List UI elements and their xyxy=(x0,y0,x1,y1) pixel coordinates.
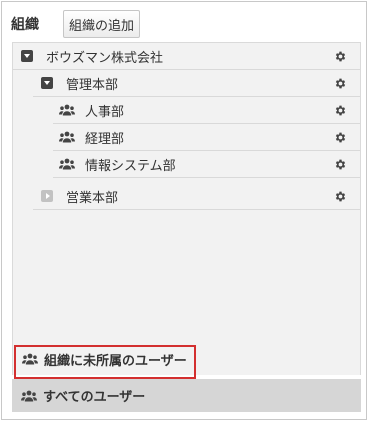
tree-item-admin-dept[interactable]: 管理本部 xyxy=(33,70,360,97)
tree-item-label: 人事部 xyxy=(85,104,125,120)
users-icon xyxy=(59,158,75,170)
collapse-toggle-icon[interactable] xyxy=(41,77,53,89)
users-icon xyxy=(59,104,75,116)
users-icon xyxy=(59,131,75,143)
tree-item-information-systems[interactable]: 情報システム部 xyxy=(53,151,360,178)
add-organization-button[interactable]: 組織の追加 xyxy=(63,10,141,38)
expand-toggle-icon[interactable] xyxy=(41,190,53,202)
gear-icon[interactable] xyxy=(334,131,347,144)
tree-item-label: 管理本部 xyxy=(66,77,119,93)
tree-item-accounting[interactable]: 経理部 xyxy=(53,124,360,151)
tree-item-hr[interactable]: 人事部 xyxy=(53,97,360,124)
unassigned-users-label: 組織に未所属のユーザー xyxy=(44,353,187,369)
tree-item-sales-dept[interactable]: 営業本部 xyxy=(33,183,360,210)
tree-item-root[interactable]: ボウズマン株式会社 xyxy=(13,43,360,70)
panel-header: 組織 組織の追加 xyxy=(11,10,141,38)
tree-item-label: 情報システム部 xyxy=(85,158,176,174)
page-title: 組織 xyxy=(11,17,39,33)
organization-panel: 組織 組織の追加 ボウズマン株式会社 管理本部 人事部 経理部 情報システム部 … xyxy=(1,1,367,420)
tree-item-label: ボウズマン株式会社 xyxy=(46,50,164,66)
collapse-toggle-icon[interactable] xyxy=(21,50,33,62)
organization-tree: ボウズマン株式会社 管理本部 人事部 経理部 情報システム部 営業本部 xyxy=(12,42,361,343)
tree-item-label: 経理部 xyxy=(85,131,125,147)
users-icon xyxy=(21,390,37,401)
gear-icon[interactable] xyxy=(334,50,347,63)
gear-icon[interactable] xyxy=(334,158,347,171)
gear-icon[interactable] xyxy=(334,104,347,117)
gear-icon[interactable] xyxy=(334,190,347,203)
unassigned-users-item[interactable]: 組織に未所属のユーザー xyxy=(12,343,361,375)
tree-item-label: 営業本部 xyxy=(66,190,119,206)
all-users-label: すべてのユーザー xyxy=(43,390,146,405)
all-users-item[interactable]: すべてのユーザー xyxy=(12,379,361,412)
users-icon xyxy=(22,353,38,365)
gear-icon[interactable] xyxy=(334,77,347,90)
